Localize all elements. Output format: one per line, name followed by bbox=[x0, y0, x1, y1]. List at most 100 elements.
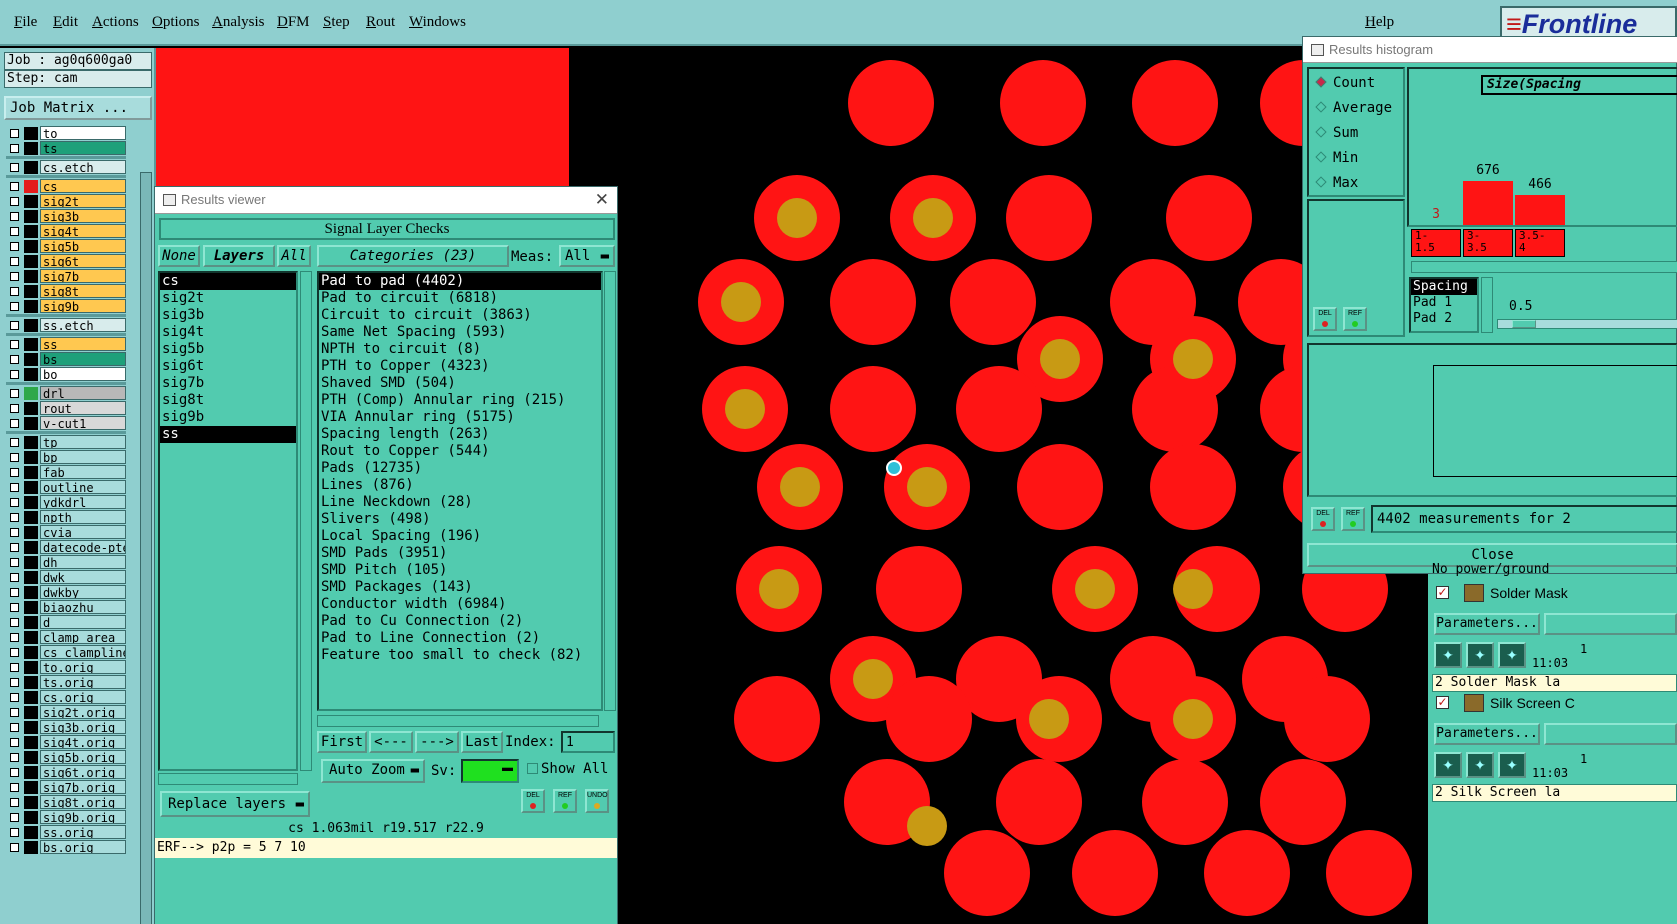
layer-name[interactable]: sig8t.orig bbox=[40, 795, 126, 809]
layer-row[interactable]: bs bbox=[6, 352, 126, 367]
run-all-icon[interactable]: ✦ bbox=[1466, 752, 1494, 778]
histogram-header[interactable]: Size(Spacing bbox=[1481, 75, 1677, 95]
category-list-item[interactable]: Rout to Copper (544) bbox=[319, 443, 601, 460]
layer-color-swatch[interactable] bbox=[24, 691, 38, 704]
category-list-item[interactable]: PTH to Copper (4323) bbox=[319, 358, 601, 375]
category-list-item[interactable]: Local Spacing (196) bbox=[319, 528, 601, 545]
menu-edit[interactable]: Edit bbox=[53, 14, 78, 31]
slider-thumb[interactable] bbox=[1512, 320, 1536, 328]
categories-list-hscroll[interactable] bbox=[317, 715, 599, 727]
layer-checkbox[interactable] bbox=[10, 355, 19, 364]
layer-checkbox[interactable] bbox=[10, 438, 19, 447]
layer-name[interactable]: ydkdrl bbox=[40, 495, 126, 509]
layer-color-swatch[interactable] bbox=[24, 646, 38, 659]
layer-color-swatch[interactable] bbox=[24, 616, 38, 629]
layer-name[interactable]: dh bbox=[40, 555, 126, 569]
layer-name[interactable]: sig7b.orig bbox=[40, 780, 126, 794]
layer-name[interactable]: ss.orig bbox=[40, 825, 126, 839]
histogram-bar[interactable] bbox=[1515, 195, 1565, 225]
layer-list-item[interactable]: ss bbox=[160, 426, 296, 443]
layer-row[interactable]: sig8t.orig bbox=[6, 795, 126, 810]
none-button[interactable]: None bbox=[158, 245, 200, 267]
parameters-button[interactable]: Parameters... bbox=[1434, 613, 1540, 635]
layer-color-swatch[interactable] bbox=[24, 417, 38, 430]
category-list-item[interactable]: SMD Packages (143) bbox=[319, 579, 601, 596]
layer-checkbox[interactable] bbox=[10, 618, 19, 627]
layer-color-swatch[interactable] bbox=[24, 496, 38, 509]
layer-color-swatch[interactable] bbox=[24, 285, 38, 298]
layer-name[interactable]: to.orig bbox=[40, 660, 126, 674]
run-check-icon[interactable]: ✦ bbox=[1498, 752, 1526, 778]
histogram-bar[interactable] bbox=[1463, 181, 1513, 225]
layer-list-item[interactable]: cs bbox=[160, 273, 296, 290]
layer-row[interactable]: rout bbox=[6, 401, 126, 416]
menu-file[interactable]: File bbox=[14, 14, 37, 31]
layer-name[interactable]: sig2t.orig bbox=[40, 705, 126, 719]
layer-row[interactable]: to bbox=[6, 126, 126, 141]
layer-row[interactable]: sig4t bbox=[6, 224, 126, 239]
layer-checkbox[interactable] bbox=[10, 144, 19, 153]
layer-name[interactable]: sig4t bbox=[40, 224, 126, 238]
layer-row[interactable]: sig7b bbox=[6, 269, 126, 284]
layer-color-swatch[interactable] bbox=[24, 142, 38, 155]
layer-color-swatch[interactable] bbox=[24, 556, 38, 569]
layer-list-item[interactable]: sig5b bbox=[160, 341, 296, 358]
layer-checkbox[interactable] bbox=[10, 483, 19, 492]
layer-name[interactable]: ts bbox=[40, 141, 126, 155]
category-list-item[interactable]: Feature too small to check (82) bbox=[319, 647, 601, 664]
layer-checkbox[interactable] bbox=[10, 663, 19, 672]
layer-color-swatch[interactable] bbox=[24, 436, 38, 449]
layer-row[interactable]: sig2t bbox=[6, 194, 126, 209]
histogram-field-item[interactable]: Pad 2 bbox=[1411, 311, 1477, 327]
layer-name[interactable]: ss bbox=[40, 337, 126, 351]
layer-name[interactable]: d bbox=[40, 615, 126, 629]
layer-name[interactable]: bo bbox=[40, 367, 126, 381]
layer-row[interactable]: sig3b.orig bbox=[6, 720, 126, 735]
layer-row[interactable]: dwkby bbox=[6, 585, 126, 600]
section-action-button[interactable] bbox=[1544, 613, 1677, 635]
menu-windows[interactable]: Windows bbox=[409, 14, 466, 31]
histogram-field-item[interactable]: Pad 1 bbox=[1411, 295, 1477, 311]
layer-checkbox[interactable] bbox=[10, 813, 19, 822]
layer-name[interactable]: cs.orig bbox=[40, 690, 126, 704]
menu-dfm[interactable]: DFM bbox=[277, 14, 310, 31]
layer-checkbox[interactable] bbox=[10, 163, 19, 172]
layer-checkbox[interactable] bbox=[10, 633, 19, 642]
layer-checkbox[interactable] bbox=[10, 723, 19, 732]
layer-row[interactable]: ts bbox=[6, 141, 126, 156]
category-list-item[interactable]: Lines (876) bbox=[319, 477, 601, 494]
layer-list-item[interactable]: sig7b bbox=[160, 375, 296, 392]
layer-color-swatch[interactable] bbox=[24, 451, 38, 464]
results-viewer-titlebar[interactable]: Results viewer ✕ bbox=[155, 187, 617, 214]
layer-row[interactable]: ts.orig bbox=[6, 675, 126, 690]
signal-layer-checks-header[interactable]: Signal Layer Checks bbox=[159, 218, 615, 240]
layer-name[interactable]: npth bbox=[40, 510, 126, 524]
layer-row[interactable]: ss.orig bbox=[6, 825, 126, 840]
layer-color-swatch[interactable] bbox=[24, 225, 38, 238]
hist-del-button[interactable]: DEL bbox=[1313, 307, 1337, 331]
layer-color-swatch[interactable] bbox=[24, 466, 38, 479]
layer-row[interactable]: dwk bbox=[6, 570, 126, 585]
mode-radio-sum[interactable]: Sum bbox=[1315, 125, 1358, 141]
layer-checkbox[interactable] bbox=[10, 798, 19, 807]
histogram-titlebar[interactable]: Results histogram bbox=[1303, 37, 1677, 63]
layer-checkbox[interactable] bbox=[10, 370, 19, 379]
layer-checkbox[interactable] bbox=[10, 678, 19, 687]
layer-name[interactable]: sig6t.orig bbox=[40, 765, 126, 779]
layer-color-swatch[interactable] bbox=[24, 368, 38, 381]
layer-row[interactable]: dh bbox=[6, 555, 126, 570]
layer-color-swatch[interactable] bbox=[24, 180, 38, 193]
layer-row[interactable]: sig9b.orig bbox=[6, 810, 126, 825]
category-list-item[interactable]: Same Net Spacing (593) bbox=[319, 324, 601, 341]
menu-actions[interactable]: Actions bbox=[92, 14, 139, 31]
layer-checkbox[interactable] bbox=[10, 182, 19, 191]
layer-color-swatch[interactable] bbox=[24, 766, 38, 779]
layer-row[interactable]: ss bbox=[6, 337, 126, 352]
layer-checkbox[interactable] bbox=[10, 389, 19, 398]
replace-layers-dropdown[interactable]: Replace layers ▬ bbox=[160, 791, 310, 817]
index-input[interactable] bbox=[561, 731, 615, 753]
meas-dropdown[interactable]: All ▬ bbox=[559, 245, 615, 267]
layer-name[interactable]: cs bbox=[40, 179, 126, 193]
category-list-item[interactable]: PTH (Comp) Annular ring (215) bbox=[319, 392, 601, 409]
layer-color-swatch[interactable] bbox=[24, 127, 38, 140]
